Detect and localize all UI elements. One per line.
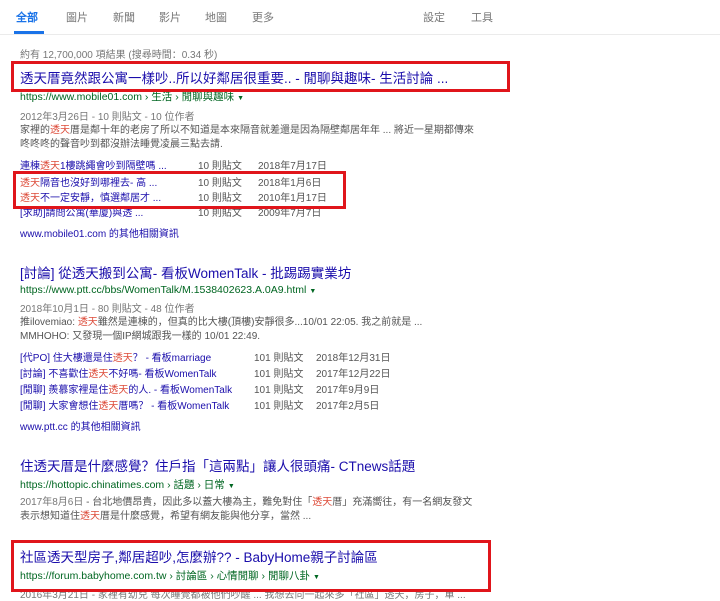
result-stats: 約有 12,700,000 項結果 (搜尋時間：0.34 秒) bbox=[20, 50, 218, 61]
sub-result-row[interactable]: [閒聊] 大家會想住透天厝嗎？ - 看板WomenTalk 101 則貼文 2017… bbox=[20, 400, 440, 414]
tab-maps[interactable]: 地圖 bbox=[205, 9, 227, 25]
result-snippet: 推ilovemiao: 透天雖然是連棟的，但真的比大樓(頂樓)安靜很多...10… bbox=[20, 317, 423, 342]
search-result: [討論] 從透天搬到公寓- 看板WomenTalk - 批踢踢實業坊 https… bbox=[20, 265, 700, 344]
top-nav: 全部 圖片 新聞 影片 地圖 更多 設定 工具 bbox=[0, 0, 720, 35]
result-url[interactable]: https://hottopic.chinatimes.com › 話題 › 日… bbox=[20, 477, 700, 492]
sub-result-title[interactable]: [代PO] 住大樓還是住透天？ - 看板marriage bbox=[20, 352, 211, 366]
tab-more[interactable]: 更多 bbox=[252, 9, 274, 25]
result-url-text: https://hottopic.chinatimes.com › 話題 › 日… bbox=[20, 479, 225, 491]
query-highlight: 透天 bbox=[88, 369, 109, 380]
query-highlight: 透天 bbox=[108, 385, 129, 396]
sub-result-row[interactable]: [求助]請問公寓(華廈)與透 ... 10 則貼文 2009年7月7日 bbox=[20, 207, 350, 221]
query-highlight: 透天 bbox=[80, 511, 100, 522]
query-highlight: 透天 bbox=[50, 125, 70, 136]
sub-result-count: 101 則貼文 bbox=[254, 353, 304, 364]
tab-news[interactable]: 新聞 bbox=[113, 9, 135, 25]
sub-result-date: 2017年9月9日 bbox=[316, 385, 380, 396]
tab-images[interactable]: 圖片 bbox=[66, 9, 88, 25]
more-results-link[interactable]: www.ptt.cc 的其他相關資訊 bbox=[20, 418, 141, 433]
sub-result-row[interactable]: [討論] 不喜歡住透天不好嗎- 看板WomenTalk 101 則貼文 2017年1… bbox=[20, 368, 440, 382]
result-url-text: https://www.mobile01.com › 生活 › 閒聊與趣味 bbox=[20, 91, 235, 103]
search-result: 住透天厝是什麼感覺？住戶指「這兩點」讓人很頭痛- CTnews話題 https:… bbox=[20, 458, 700, 524]
sub-result-date: 2017年2月5日 bbox=[316, 401, 380, 412]
sub-result-date: 2009年7月7日 bbox=[258, 208, 322, 219]
sub-result-count: 101 則貼文 bbox=[254, 385, 304, 396]
sub-result-title[interactable]: [閒聊] 羨慕家裡是住透天的人. - 看板WomenTalk bbox=[20, 384, 232, 398]
settings-link[interactable]: 設定 bbox=[423, 9, 445, 25]
sub-result-date: 2018年12月31日 bbox=[316, 353, 391, 364]
result-title-link[interactable]: [討論] 從透天搬到公寓- 看板WomenTalk - 批踢踢實業坊 bbox=[20, 265, 700, 282]
sub-result-row[interactable]: [閒聊] 羨慕家裡是住透天的人. - 看板WomenTalk 101 則貼文 201… bbox=[20, 384, 440, 398]
result-meta: 2012年3月26日 - 10 則貼文 - 10 位作者 bbox=[20, 112, 195, 123]
sub-result-title[interactable]: [閒聊] 大家會想住透天厝嗎？ - 看板WomenTalk bbox=[20, 400, 229, 414]
more-results-link[interactable]: www.mobile01.com 的其他相關資訊 bbox=[20, 225, 179, 240]
tab-all[interactable]: 全部 bbox=[16, 9, 38, 25]
annotation-box bbox=[11, 61, 510, 92]
query-highlight: 透天 bbox=[98, 401, 119, 412]
annotation-box bbox=[11, 540, 491, 592]
sub-result-title[interactable]: [討論] 不喜歡住透天不好嗎- 看板WomenTalk bbox=[20, 368, 217, 382]
dropdown-caret-icon[interactable]: ▼ bbox=[309, 288, 316, 295]
tab-videos[interactable]: 影片 bbox=[159, 9, 181, 25]
tools-link[interactable]: 工具 bbox=[471, 9, 493, 25]
result-url-text: https://www.ptt.cc/bbs/WomenTalk/M.15384… bbox=[20, 284, 307, 296]
result-url[interactable]: https://www.ptt.cc/bbs/WomenTalk/M.15384… bbox=[20, 284, 700, 296]
query-highlight: 透天 bbox=[312, 497, 333, 508]
result-meta: 2018年10月1日 - 80 則貼文 - 48 位作者 bbox=[20, 304, 195, 315]
sub-result-title[interactable]: [求助]請問公寓(華廈)與透 ... bbox=[20, 207, 143, 221]
result-title-link[interactable]: 住透天厝是什麼感覺？住戶指「這兩點」讓人很頭痛- CTnews話題 bbox=[20, 458, 700, 475]
dropdown-caret-icon[interactable]: ▼ bbox=[228, 483, 235, 490]
sub-result-count: 101 則貼文 bbox=[254, 369, 304, 380]
result-snippet: 2017年8月6日 - 台北地價昂貴，因此多以蓋大樓為主，難免對住「透天厝」充滿… bbox=[20, 497, 473, 522]
active-tab-indicator bbox=[14, 31, 44, 34]
sub-result-count: 10 則貼文 bbox=[198, 208, 242, 219]
sub-result-row[interactable]: [代PO] 住大樓還是住透天？ - 看板marriage 101 則貼文 2018年… bbox=[20, 352, 440, 366]
result-snippet: 家裡的透天厝是鄰十年的老房了所以不知道是本來隔音就差還是因為隔壁鄰居年年 ...… bbox=[20, 125, 474, 150]
sub-result-count: 101 則貼文 bbox=[254, 401, 304, 412]
dropdown-caret-icon[interactable]: ▼ bbox=[237, 95, 244, 102]
query-highlight: 透天 bbox=[112, 353, 133, 364]
sub-result-date: 2017年12月22日 bbox=[316, 369, 391, 380]
annotation-box bbox=[13, 171, 346, 209]
query-highlight: 透天 bbox=[77, 317, 98, 328]
